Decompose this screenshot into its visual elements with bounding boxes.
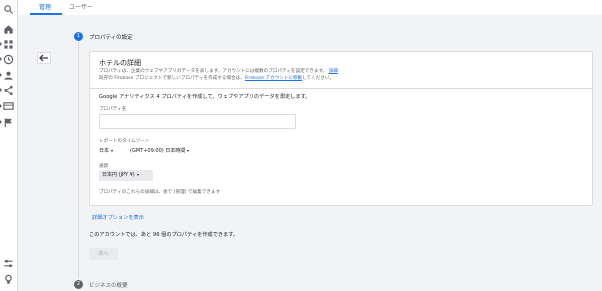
search-icon[interactable] — [3, 4, 14, 15]
tab-admin[interactable]: 管理 — [39, 2, 51, 11]
back-button[interactable] — [37, 52, 51, 64]
person-icon[interactable] — [3, 70, 14, 81]
card-description-1: プロパティは、企業のウェブやアプリのデータを表します。アカウントには複数のプロパ… — [99, 69, 338, 74]
card-title: ホテルの詳細 — [99, 59, 141, 67]
remaining-properties-text: このアカウントでは、あと 96 個のプロパティを作成できます。 — [89, 232, 239, 238]
expand-caret-icon — [0, 42, 2, 46]
card-divider — [90, 88, 592, 89]
chevron-down-icon — [187, 149, 190, 152]
active-tab-indicator — [30, 13, 62, 15]
step-2-indicator: 2 — [74, 280, 83, 289]
timezone-label: レポートのタイムゾーン — [99, 139, 150, 144]
chevron-down-icon — [136, 173, 139, 176]
property-details-card: ホテルの詳細 プロパティは、企業のウェブやアプリのデータを表します。アカウントに… — [89, 51, 593, 206]
property-name-input[interactable] — [99, 114, 296, 129]
tab-users[interactable]: ユーザー — [69, 2, 93, 11]
reports-icon[interactable] — [3, 39, 14, 50]
next-button[interactable]: 次へ — [89, 248, 118, 260]
learn-more-link[interactable]: 詳細 — [329, 69, 338, 74]
monitor-icon[interactable] — [3, 101, 14, 112]
expand-caret-icon — [0, 57, 2, 61]
arrow-left-icon — [39, 54, 48, 62]
step-1-title: プロパティの設定 — [89, 35, 133, 41]
flag-icon[interactable] — [3, 117, 14, 128]
card-description-2: 既存の Firebase プロジェクトで新しいプロパティを作成する場合は、Fir… — [99, 76, 335, 81]
home-icon[interactable] — [3, 24, 14, 35]
expand-caret-icon — [0, 73, 2, 77]
expand-caret-icon — [0, 120, 2, 124]
edit-later-note: プロパティのこれらの詳細は、後で [管理] で編集できます — [99, 190, 221, 195]
settings-tune-icon[interactable] — [3, 258, 14, 269]
currency-label: 通貨 — [99, 164, 109, 169]
share-icon[interactable] — [3, 85, 14, 96]
expand-caret-icon — [0, 88, 2, 92]
chevron-down-icon — [111, 149, 114, 152]
property-name-label: プロパティ名 — [99, 107, 127, 112]
step-1-indicator: 1 — [74, 32, 83, 41]
show-advanced-options-link[interactable]: 詳細オプションを表示 — [92, 214, 144, 221]
timezone-select[interactable]: (GMT+09:00) 日本時間 — [130, 147, 190, 154]
currency-select[interactable]: 日本円 (JPY ¥) — [99, 170, 153, 181]
clock-icon[interactable] — [3, 54, 14, 65]
country-select[interactable]: 日本 — [99, 147, 114, 154]
firebase-account-link[interactable]: Firebase アカウントに移動 — [245, 76, 302, 81]
stepper-line — [78, 42, 79, 278]
lightbulb-icon[interactable] — [3, 274, 14, 285]
step-2-title: ビジネスの概要 — [89, 283, 128, 289]
top-tab-bar — [18, 0, 602, 15]
ga4-lead-text: Google アナリティクス 4 プロパティを作成して、ウェブやアプリのデータを… — [99, 94, 311, 100]
expand-caret-icon — [0, 104, 2, 108]
left-sidebar — [0, 0, 18, 291]
